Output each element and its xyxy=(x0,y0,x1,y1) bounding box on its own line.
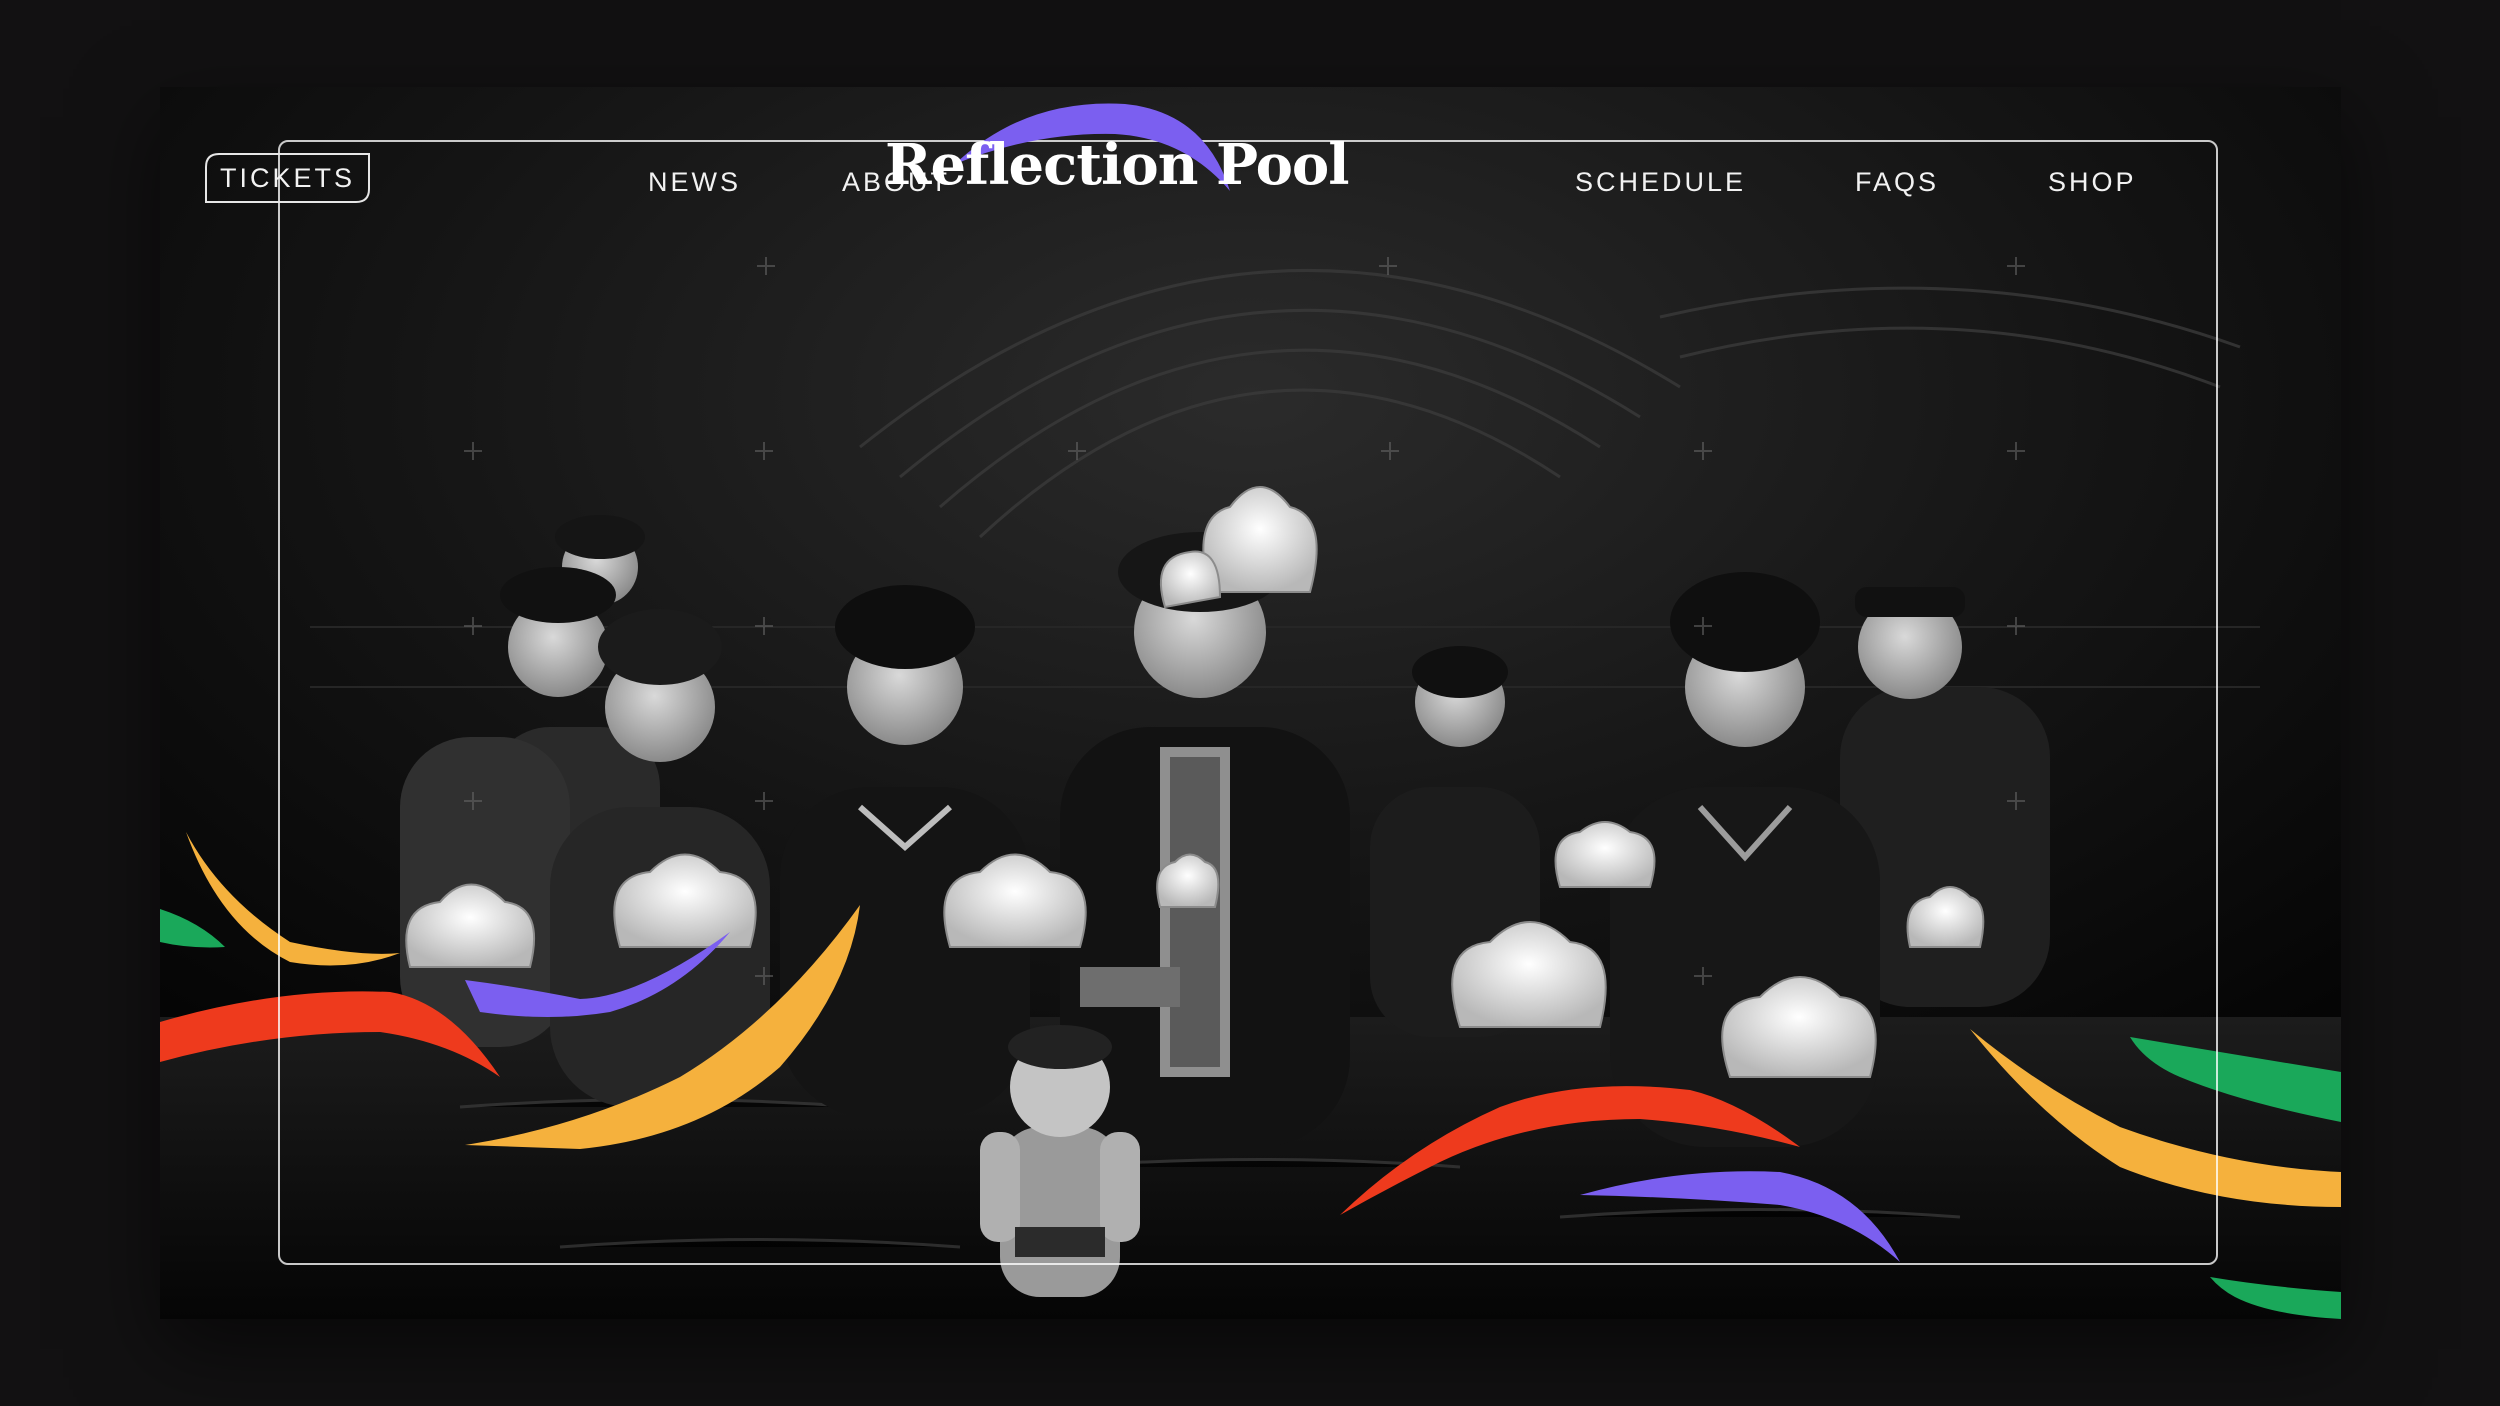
nav-news-link[interactable]: NEWS xyxy=(648,162,741,202)
nav-schedule-link[interactable]: SCHEDULE xyxy=(1575,162,1746,202)
nav-faqs-link[interactable]: FAQS xyxy=(1855,162,1939,202)
content-frame xyxy=(278,140,2218,1265)
brand-logo[interactable]: Reflection Pool xyxy=(885,96,1350,206)
tickets-button[interactable]: TICKETS xyxy=(205,153,370,203)
tickets-label: TICKETS xyxy=(219,163,355,193)
hero-card xyxy=(160,87,2341,1319)
nav-shop-link[interactable]: SHOP xyxy=(2048,162,2137,202)
brand-name: Reflection Pool xyxy=(885,132,1350,198)
